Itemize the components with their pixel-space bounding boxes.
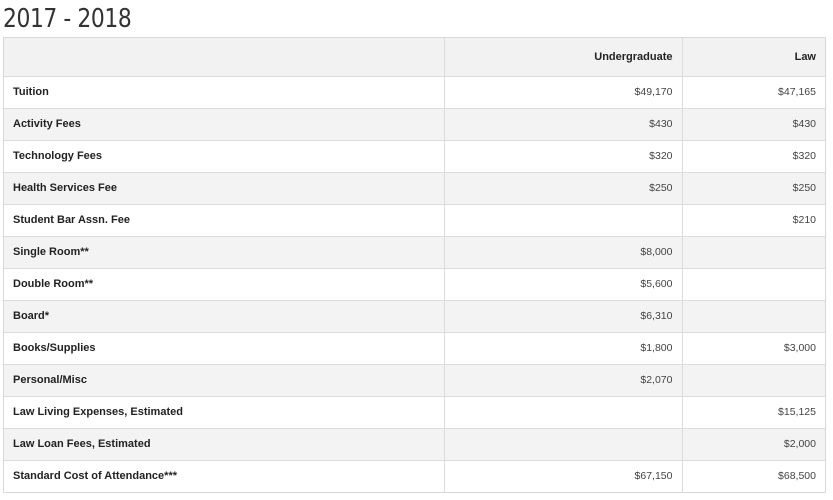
law-cost [681,235,825,268]
table-row: Technology Fees $320 $320 [4,139,825,172]
undergraduate-cost: $430 [443,107,682,140]
table-row: Tuition $49,170 $47,165 [4,75,825,108]
table-row: Student Bar Assn. Fee $210 [4,203,825,236]
undergraduate-cost [443,203,682,236]
table-row: Law Living Expenses, Estimated $15,125 [4,395,825,428]
row-label: Law Living Expenses, Estimated [4,395,444,428]
header-law: Law [681,38,825,76]
undergraduate-cost: $49,170 [443,75,682,108]
law-cost: $320 [681,139,825,172]
row-label: Books/Supplies [4,331,444,364]
law-cost [681,267,825,300]
undergraduate-cost [443,427,682,460]
table-header-row: Undergraduate Law [4,38,825,76]
law-cost: $210 [681,203,825,236]
table-row: Single Room** $8,000 [4,235,825,268]
undergraduate-cost: $320 [443,139,682,172]
row-label: Personal/Misc [4,363,444,396]
undergraduate-cost: $250 [443,171,682,204]
row-label: Student Bar Assn. Fee [4,203,444,236]
table-row: Board* $6,310 [4,299,825,332]
law-cost: $250 [681,171,825,204]
law-cost: $47,165 [681,75,825,108]
table-row: Personal/Misc $2,070 [4,363,825,396]
law-cost: $3,000 [681,331,825,364]
row-label: Single Room** [4,235,444,268]
undergraduate-cost [443,395,682,428]
table-row: Activity Fees $430 $430 [4,107,825,140]
cost-of-attendance-table: Undergraduate Law Tuition $49,170 $47,165 A… [4,38,825,492]
undergraduate-cost: $2,070 [443,363,682,396]
header-label-column [4,38,444,76]
undergraduate-cost: $6,310 [443,299,682,332]
row-label: Health Services Fee [4,171,444,204]
table-row: Health Services Fee $250 $250 [4,171,825,204]
table-row: Law Loan Fees, Estimated $2,000 [4,427,825,460]
row-label: Double Room** [4,267,444,300]
undergraduate-cost: $8,000 [443,235,682,268]
row-label: Technology Fees [4,139,444,172]
law-cost: $68,500 [681,459,825,492]
undergraduate-cost: $1,800 [443,331,682,364]
table-row: Books/Supplies $1,800 $3,000 [4,331,825,364]
table-body: Tuition $49,170 $47,165 Activity Fees $430 $4… [4,75,825,492]
undergraduate-cost: $5,600 [443,267,682,300]
law-cost [681,363,825,396]
row-label: Law Loan Fees, Estimated [4,427,444,460]
law-cost: $15,125 [681,395,825,428]
table-row: Double Room** $5,600 [4,267,825,300]
law-cost [681,299,825,332]
row-label: Board* [4,299,444,332]
header-undergraduate: Undergraduate [443,38,682,76]
row-label: Tuition [4,75,444,108]
law-cost: $2,000 [681,427,825,460]
law-cost: $430 [681,107,825,140]
row-label: Activity Fees [4,107,444,140]
row-label: Standard Cost of Attendance*** [4,459,444,492]
page-title: 2017 - 2018 [3,4,132,34]
cost-table-container: Undergraduate Law Tuition $49,170 $47,165 A… [3,37,826,493]
undergraduate-cost: $67,150 [443,459,682,492]
table-row: Standard Cost of Attendance*** $67,150 $68… [4,459,825,492]
